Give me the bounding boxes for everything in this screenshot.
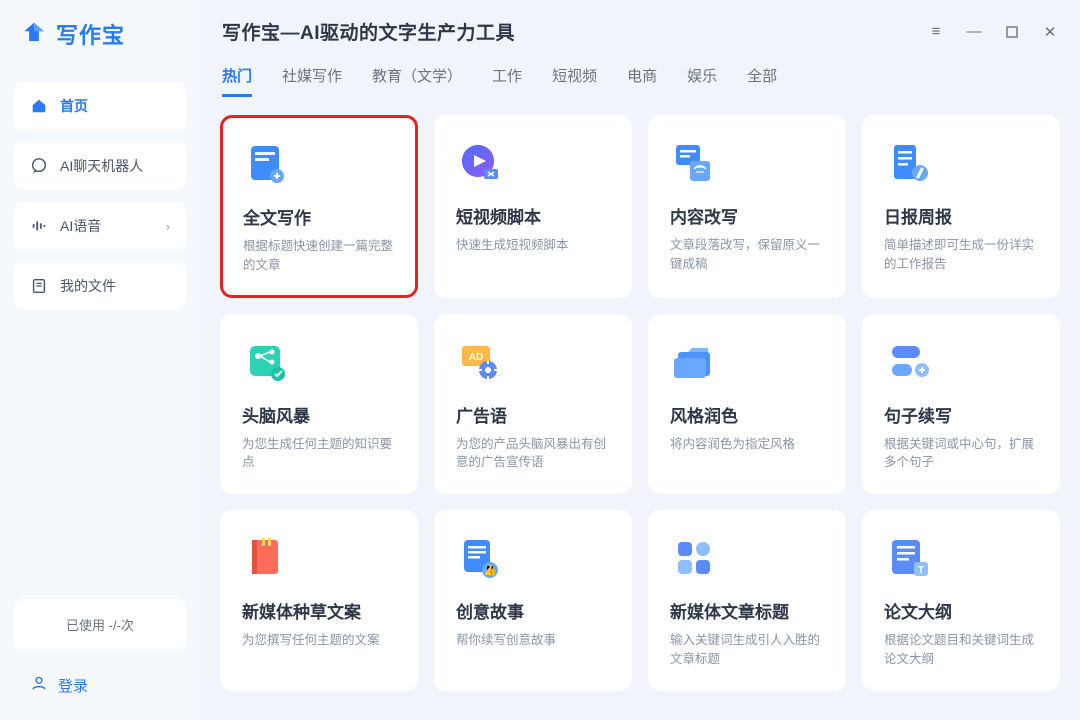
chat-icon bbox=[30, 157, 48, 175]
minimize-button[interactable]: — bbox=[966, 24, 982, 40]
card-creative-story[interactable]: 👍 创意故事 帮你续写创意故事 bbox=[434, 510, 632, 691]
notebook-icon bbox=[242, 534, 290, 582]
card-title: 头脑风暴 bbox=[242, 402, 396, 427]
card-title: 句子续写 bbox=[884, 402, 1038, 427]
maximize-button[interactable] bbox=[1004, 24, 1020, 40]
extend-icon bbox=[884, 338, 932, 386]
app-root: 写作宝 首页 AI聊天机器人 AI语音 › 我的文件 已使用 -/-次 bbox=[0, 0, 1080, 720]
card-title: 日报周报 bbox=[884, 203, 1038, 228]
card-desc: 根据论文题目和关键词生成论文大纲 bbox=[884, 631, 1038, 669]
tab-social[interactable]: 社媒写作 bbox=[282, 65, 342, 97]
sidebar-nav: 首页 AI聊天机器人 AI语音 › 我的文件 bbox=[14, 82, 186, 310]
sidebar: 写作宝 首页 AI聊天机器人 AI语音 › 我的文件 已使用 -/-次 bbox=[0, 0, 200, 720]
main: 写作宝—AI驱动的文字生产力工具 ≡ — ✕ 热门 社媒写作 教育（文学） 工作… bbox=[200, 0, 1080, 720]
card-title: 风格润色 bbox=[670, 402, 824, 427]
card-sentence-continue[interactable]: 句子续写 根据关键词或中心句，扩展多个句子 bbox=[862, 314, 1060, 495]
mindmap-icon bbox=[242, 338, 290, 386]
story-icon: 👍 bbox=[456, 534, 504, 582]
tab-shortvideo[interactable]: 短视频 bbox=[552, 65, 597, 97]
tab-ecommerce[interactable]: 电商 bbox=[627, 65, 657, 97]
sidebar-footer: 已使用 -/-次 登录 bbox=[14, 599, 186, 706]
user-icon bbox=[30, 674, 48, 696]
sidebar-item-home[interactable]: 首页 bbox=[14, 82, 186, 130]
svg-text:👍: 👍 bbox=[483, 564, 497, 577]
card-new-media-seeding[interactable]: 新媒体种草文案 为您撰写任何主题的文案 bbox=[220, 510, 418, 691]
ad-icon: AD bbox=[456, 338, 504, 386]
sidebar-item-files[interactable]: 我的文件 bbox=[14, 262, 186, 310]
sidebar-item-chatbot[interactable]: AI聊天机器人 bbox=[14, 142, 186, 190]
sidebar-item-voice[interactable]: AI语音 › bbox=[14, 202, 186, 250]
card-desc: 将内容润色为指定风格 bbox=[670, 435, 824, 454]
card-grid: 全文写作 根据标题快速创建一篇完整的文章 短视频脚本 快速生成短视频脚本 内容改… bbox=[200, 103, 1080, 703]
tab-all[interactable]: 全部 bbox=[747, 65, 777, 97]
card-desc: 根据关键词或中心句，扩展多个句子 bbox=[884, 435, 1038, 473]
tab-hot[interactable]: 热门 bbox=[222, 65, 252, 97]
usage-counter: 已使用 -/-次 bbox=[14, 599, 186, 650]
svg-text:AD: AD bbox=[469, 352, 483, 363]
outline-icon: T bbox=[884, 534, 932, 582]
card-title: 短视频脚本 bbox=[456, 203, 610, 228]
nav-label: AI聊天机器人 bbox=[60, 156, 143, 176]
play-icon bbox=[456, 139, 504, 187]
folder-icon bbox=[670, 338, 718, 386]
window-controls: ≡ — ✕ bbox=[928, 24, 1058, 40]
card-desc: 文章段落改写，保留原义一键成稿 bbox=[670, 236, 824, 274]
card-thesis-outline[interactable]: T 论文大纲 根据论文题目和关键词生成论文大纲 bbox=[862, 510, 1060, 691]
tab-entertainment[interactable]: 娱乐 bbox=[687, 65, 717, 97]
close-button[interactable]: ✕ bbox=[1042, 24, 1058, 40]
card-title: 论文大纲 bbox=[884, 598, 1038, 623]
login-label: 登录 bbox=[58, 675, 88, 696]
apps-icon bbox=[670, 534, 718, 582]
card-full-article[interactable]: 全文写作 根据标题快速创建一篇完整的文章 bbox=[220, 115, 418, 298]
card-title: 全文写作 bbox=[243, 204, 395, 229]
card-content-rewrite[interactable]: 内容改写 文章段落改写，保留原义一键成稿 bbox=[648, 115, 846, 298]
card-desc: 简单描述即可生成一份详实的工作报告 bbox=[884, 236, 1038, 274]
card-desc: 快速生成短视频脚本 bbox=[456, 236, 610, 255]
card-title: 新媒体种草文案 bbox=[242, 598, 396, 623]
card-desc: 为您的产品头脑风暴出有创意的广告宣传语 bbox=[456, 435, 610, 473]
card-title: 创意故事 bbox=[456, 598, 610, 623]
nav-label: 我的文件 bbox=[60, 276, 116, 296]
chevron-right-icon: › bbox=[166, 219, 170, 234]
rewrite-icon bbox=[670, 139, 718, 187]
tab-education[interactable]: 教育（文学） bbox=[372, 65, 462, 97]
card-desc: 根据标题快速创建一篇完整的文章 bbox=[243, 237, 395, 275]
card-title: 新媒体文章标题 bbox=[670, 598, 824, 623]
card-style-polish[interactable]: 风格润色 将内容润色为指定风格 bbox=[648, 314, 846, 495]
card-title: 广告语 bbox=[456, 402, 610, 427]
menu-icon[interactable]: ≡ bbox=[928, 24, 944, 40]
card-title: 内容改写 bbox=[670, 203, 824, 228]
card-daily-weekly-report[interactable]: 日报周报 简单描述即可生成一份详实的工作报告 bbox=[862, 115, 1060, 298]
document-icon bbox=[243, 140, 291, 188]
logo-icon bbox=[20, 20, 48, 48]
report-icon bbox=[884, 139, 932, 187]
titlebar: 写作宝—AI驱动的文字生产力工具 ≡ — ✕ bbox=[200, 0, 1080, 45]
card-ad-slogan[interactable]: AD 广告语 为您的产品头脑风暴出有创意的广告宣传语 bbox=[434, 314, 632, 495]
card-brainstorm[interactable]: 头脑风暴 为您生成任何主题的知识要点 bbox=[220, 314, 418, 495]
logo-text: 写作宝 bbox=[56, 18, 125, 50]
card-short-video-script[interactable]: 短视频脚本 快速生成短视频脚本 bbox=[434, 115, 632, 298]
card-desc: 为您撰写任何主题的文案 bbox=[242, 631, 396, 650]
file-icon bbox=[30, 277, 48, 295]
logo: 写作宝 bbox=[14, 18, 186, 50]
nav-label: AI语音 bbox=[60, 216, 101, 236]
card-desc: 输入关键词生成引人入胜的文章标题 bbox=[670, 631, 824, 669]
card-new-media-title[interactable]: 新媒体文章标题 输入关键词生成引人入胜的文章标题 bbox=[648, 510, 846, 691]
app-title: 写作宝—AI驱动的文字生产力工具 bbox=[222, 18, 515, 45]
card-desc: 帮你续写创意故事 bbox=[456, 631, 610, 650]
nav-label: 首页 bbox=[60, 96, 88, 116]
card-desc: 为您生成任何主题的知识要点 bbox=[242, 435, 396, 473]
tab-work[interactable]: 工作 bbox=[492, 65, 522, 97]
sound-icon bbox=[30, 217, 48, 235]
category-tabs: 热门 社媒写作 教育（文学） 工作 短视频 电商 娱乐 全部 bbox=[200, 45, 1080, 103]
home-icon bbox=[30, 97, 48, 115]
svg-text:T: T bbox=[918, 565, 924, 576]
login-button[interactable]: 登录 bbox=[14, 664, 186, 706]
